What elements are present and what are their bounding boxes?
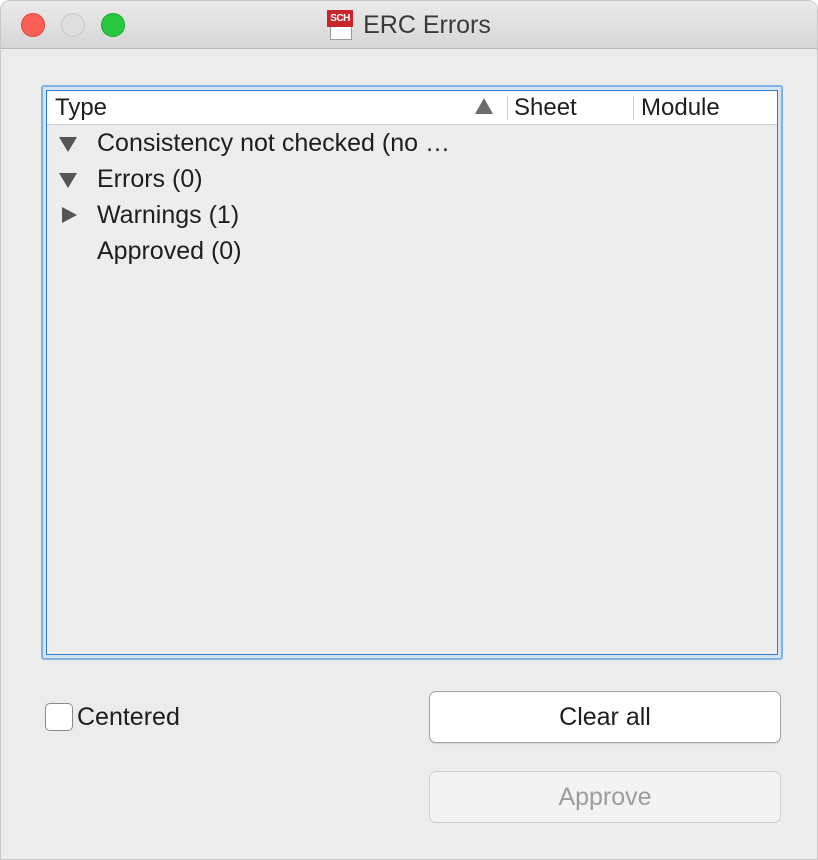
centered-checkbox-label[interactable]: Centered bbox=[77, 703, 180, 732]
column-header-module[interactable]: Module bbox=[641, 91, 720, 125]
disclosure-expanded-icon[interactable] bbox=[57, 161, 81, 197]
window-title-group: SCH ERC Errors bbox=[1, 1, 817, 49]
tree-row-label: Warnings (1) bbox=[97, 201, 240, 229]
column-divider[interactable] bbox=[507, 96, 508, 120]
tree-row-label: Consistency not checked (no … bbox=[97, 129, 450, 157]
tree-header: Type Sheet Module bbox=[47, 91, 777, 125]
erc-errors-window: SCH ERC Errors Type Sheet Module Consist… bbox=[0, 0, 818, 860]
tree-rows: Consistency not checked (no … Errors (0)… bbox=[47, 125, 777, 269]
schematic-app-icon: SCH bbox=[327, 10, 354, 40]
centered-checkbox[interactable] bbox=[45, 703, 73, 731]
app-icon-tag: SCH bbox=[327, 10, 354, 27]
approve-button: Approve bbox=[429, 771, 781, 823]
tree-row-label: Errors (0) bbox=[97, 165, 203, 193]
tree-row-errors[interactable]: Errors (0) bbox=[47, 161, 777, 197]
tree-row-approved[interactable]: Approved (0) bbox=[47, 233, 777, 269]
errors-tree-view[interactable]: Type Sheet Module Consistency not checke… bbox=[46, 90, 778, 655]
disclosure-collapsed-icon[interactable] bbox=[57, 197, 81, 233]
tree-row-label: Approved (0) bbox=[97, 237, 242, 265]
tree-row-consistency[interactable]: Consistency not checked (no … bbox=[47, 125, 777, 161]
tree-row-warnings[interactable]: Warnings (1) bbox=[47, 197, 777, 233]
errors-tree-panel: Type Sheet Module Consistency not checke… bbox=[41, 85, 783, 660]
clear-all-button[interactable]: Clear all bbox=[429, 691, 781, 743]
disclosure-expanded-icon[interactable] bbox=[57, 125, 81, 161]
centered-option[interactable]: Centered bbox=[45, 701, 180, 733]
column-header-sheet[interactable]: Sheet bbox=[514, 91, 577, 125]
column-divider[interactable] bbox=[633, 96, 634, 120]
window-title: ERC Errors bbox=[363, 10, 491, 39]
sort-ascending-icon[interactable] bbox=[475, 98, 493, 114]
title-bar: SCH ERC Errors bbox=[1, 1, 817, 49]
column-header-type[interactable]: Type bbox=[55, 91, 107, 125]
